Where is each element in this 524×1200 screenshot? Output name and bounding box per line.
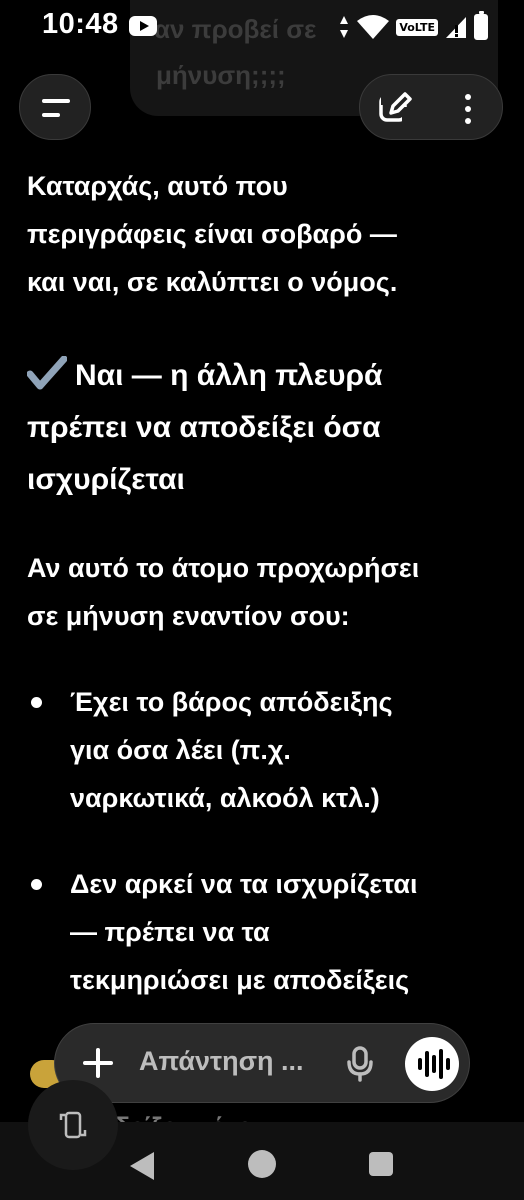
more-vertical-icon[interactable] xyxy=(448,89,488,129)
text-line: σε μήνυση εναντίον σου: xyxy=(27,601,350,631)
text-line: Καταρχάς, αυτό που xyxy=(27,171,288,201)
bullet-icon xyxy=(31,697,42,708)
plus-icon[interactable] xyxy=(83,1048,113,1078)
text-line: Δεν αρκεί να τα ισχυρίζεται xyxy=(70,869,418,899)
heading-line: πρέπει να αποδείξει όσα xyxy=(27,411,381,444)
text-line: — πρέπει να τα xyxy=(70,917,270,947)
assistant-message: Καταρχάς, αυτό που περιγράφεις είναι σοβ… xyxy=(27,162,507,1004)
check-mark-icon xyxy=(27,356,67,390)
signal-icon xyxy=(446,17,466,38)
text-line: ναρκωτικά, αλκοόλ κτλ.) xyxy=(70,783,380,813)
data-arrows-icon xyxy=(338,15,350,39)
text-line: Αν αυτό το άτομο προχωρήσει xyxy=(27,553,420,583)
heading-line: Ναι — η άλλη πλευρά xyxy=(75,359,383,392)
wifi-icon xyxy=(357,15,390,39)
context-paragraph: Αν αυτό το άτομο προχωρήσει σε μήνυση εν… xyxy=(27,544,507,640)
floating-rotate-button[interactable] xyxy=(28,1080,118,1170)
youtube-icon xyxy=(129,16,157,36)
edit-icon[interactable] xyxy=(374,87,416,129)
text-line: Έχει το βάρος απόδειξης xyxy=(70,687,393,717)
text-line: για όσα λέει (π.χ. xyxy=(70,735,291,765)
section-heading: Ναι — η άλλη πλευρά πρέπει να αποδείξει … xyxy=(27,350,507,506)
bullet-icon xyxy=(31,879,42,890)
text-line: και ναι, σε καλύπτει ο νόμος. xyxy=(27,267,398,297)
voice-mode-button[interactable] xyxy=(405,1037,459,1091)
list-item: Δεν αρκεί να τα ισχυρίζεται — πρέπει να … xyxy=(27,860,507,1004)
heading-line: ισχυρίζεται xyxy=(27,463,185,496)
menu-button[interactable] xyxy=(19,74,91,140)
previous-message-line: μήνυση;;;; xyxy=(156,60,286,90)
reply-input[interactable]: Απάντηση ... xyxy=(139,1046,304,1077)
recents-icon[interactable] xyxy=(369,1152,393,1176)
home-icon[interactable] xyxy=(248,1150,276,1178)
audio-wave-icon xyxy=(418,1058,422,1070)
microphone-icon[interactable] xyxy=(345,1046,375,1082)
rotate-screen-icon xyxy=(59,1111,87,1139)
volte-badge: VoLTE xyxy=(396,18,438,36)
text-line: τεκμηριώσει με αποδείξεις xyxy=(70,965,410,995)
back-icon[interactable] xyxy=(130,1152,154,1180)
menu-icon xyxy=(42,99,70,103)
list-item: Έχει το βάρος απόδειξης για όσα λέει (π.… xyxy=(27,678,507,822)
status-icons: VoLTE xyxy=(338,11,488,42)
header-actions xyxy=(359,74,503,140)
battery-icon xyxy=(474,11,488,40)
intro-paragraph: Καταρχάς, αυτό που περιγράφεις είναι σοβ… xyxy=(27,162,507,306)
status-bar: 10:48 VoLTE xyxy=(0,0,524,54)
reply-input-bar: Απάντηση ... xyxy=(54,1023,470,1103)
text-line: περιγράφεις είναι σοβαρό — xyxy=(27,219,397,249)
status-time: 10:48 xyxy=(42,8,119,40)
